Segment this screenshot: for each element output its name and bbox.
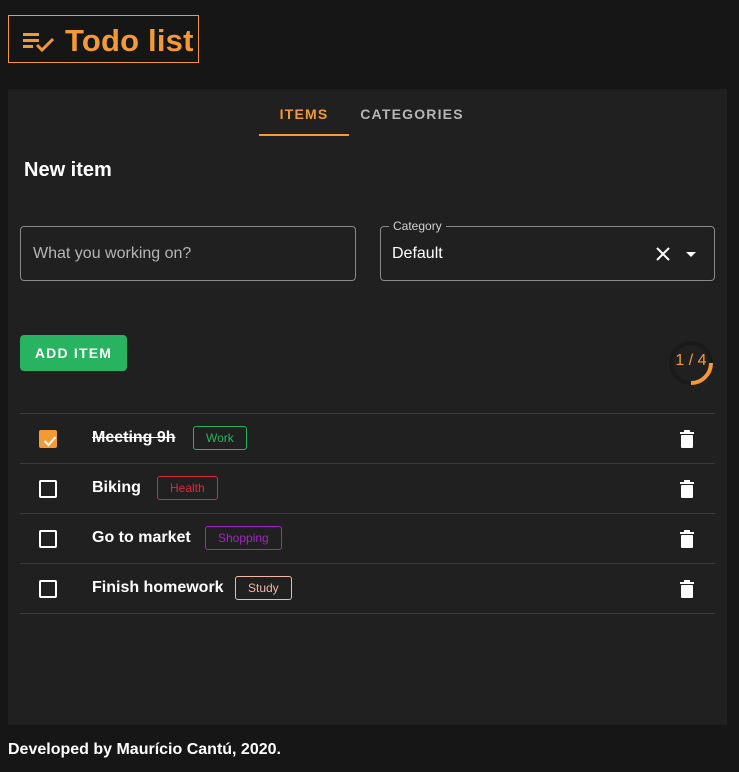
dropdown-arrow-icon[interactable] [685,251,697,259]
item-name: Biking [92,479,141,496]
new-item-title: New item [24,159,112,181]
todo-list: Meeting 9h Work Biking Health Go to mark… [20,413,715,614]
list-item: Finish homework Study [20,564,715,614]
tab-items[interactable]: ITEMS [259,89,349,137]
item-checkbox[interactable] [39,580,57,598]
category-tag: Work [193,426,247,450]
category-value: Default [392,245,443,262]
category-label: Category [389,219,446,233]
tab-categories[interactable]: CATEGORIES [358,89,466,137]
item-name: Meeting 9h [92,429,176,446]
tab-bar: ITEMS CATEGORIES [8,89,727,137]
footer-credit: Developed by Maurício Cantú, 2020. [8,741,281,758]
item-checkbox[interactable] [39,530,57,548]
trash-icon[interactable] [680,480,694,498]
progress-indicator: 1 / 4 [666,338,716,388]
active-tab-indicator [259,134,349,136]
playlist-check-icon [23,33,55,53]
add-item-button[interactable]: ADD ITEM [20,335,127,371]
item-name: Finish homework [92,579,224,596]
check-icon [43,436,57,447]
list-item: Meeting 9h Work [20,414,715,464]
category-select[interactable]: Category Default [380,219,715,281]
trash-icon[interactable] [680,430,694,448]
app-title: Todo list [65,23,194,58]
category-tag: Study [235,576,292,600]
new-item-field[interactable] [20,226,356,281]
category-tag: Health [157,476,218,500]
trash-icon[interactable] [680,580,694,598]
item-checkbox[interactable] [39,480,57,498]
list-item: Biking Health [20,464,715,514]
item-checkbox[interactable] [39,430,57,448]
item-name: Go to market [92,529,191,546]
trash-icon[interactable] [680,530,694,548]
category-tag: Shopping [205,526,282,550]
close-icon[interactable] [655,246,671,262]
new-item-input[interactable] [21,227,355,280]
progress-text: 1 / 4 [675,352,707,369]
main-panel: ITEMS CATEGORIES New item Category Defau… [8,89,727,725]
app-header: Todo list [8,15,199,63]
list-item: Go to market Shopping [20,514,715,564]
